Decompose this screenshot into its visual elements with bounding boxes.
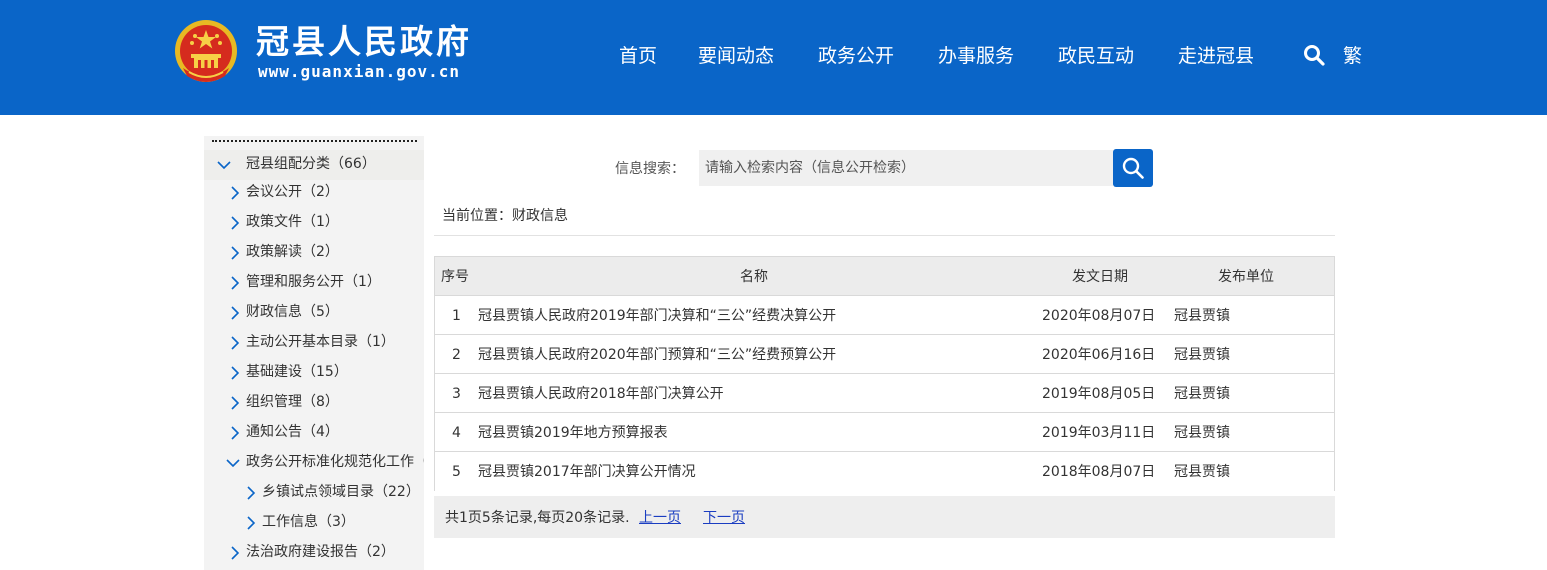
chevron-right-icon	[231, 276, 240, 290]
nav-services[interactable]: 办事服务	[938, 42, 1014, 70]
chevron-right-icon	[231, 186, 240, 200]
category-sidebar: 冠县组配分类（66） 会议公开（2） 政策文件（1） 政策解读（2） 管理和服务…	[204, 136, 424, 570]
row-date: 2019年03月11日	[1042, 425, 1156, 441]
nav-home[interactable]: 首页	[619, 42, 657, 70]
sidebar-item-notices[interactable]: 通知公告（4）	[204, 418, 424, 448]
document-title-link[interactable]: 冠县贾镇2017年部门决算公开情况	[478, 463, 696, 481]
column-header-date: 发文日期	[1072, 269, 1128, 285]
sidebar-item-label: 管理和服务公开（1）	[246, 274, 381, 290]
table-row: 2 冠县贾镇人民政府2020年部门预算和“三公”经费预算公开 2020年06月1…	[435, 335, 1334, 374]
sidebar-item-label: 主动公开基本目录（1）	[246, 334, 395, 350]
previous-page-link[interactable]: 上一页	[639, 509, 681, 527]
sidebar-item-rule-of-law-report[interactable]: 法治政府建设报告（2）	[204, 538, 424, 568]
chevron-down-icon	[217, 161, 231, 170]
row-index: 1	[452, 308, 461, 324]
sidebar-item-label: 工作信息（3）	[262, 514, 355, 530]
nav-government-affairs[interactable]: 政务公开	[818, 42, 894, 70]
row-index: 4	[452, 425, 461, 441]
sidebar-item-organization[interactable]: 组织管理（8）	[204, 388, 424, 418]
nav-news[interactable]: 要闻动态	[698, 42, 774, 70]
row-publisher: 冠县贾镇	[1174, 308, 1230, 324]
table-row: 1 冠县贾镇人民政府2019年部门决算和“三公”经费决算公开 2020年08月0…	[435, 296, 1334, 335]
row-publisher: 冠县贾镇	[1174, 425, 1230, 441]
sidebar-item-label: 财政信息（5）	[246, 304, 339, 320]
sidebar-item-label: 法治政府建设报告（2）	[246, 544, 395, 560]
column-header-publisher: 发布单位	[1218, 269, 1274, 285]
chevron-right-icon	[247, 516, 256, 530]
chevron-right-icon	[231, 426, 240, 440]
sidebar-item-meetings[interactable]: 会议公开（2）	[204, 178, 424, 208]
chevron-down-icon	[226, 459, 240, 468]
sidebar-item-infrastructure[interactable]: 基础建设（15）	[204, 358, 424, 388]
nav-about[interactable]: 走进冠县	[1178, 42, 1254, 70]
document-title-link[interactable]: 冠县贾镇人民政府2018年部门决算公开	[478, 385, 724, 403]
sidebar-item-basic-catalog[interactable]: 主动公开基本目录（1）	[204, 328, 424, 358]
sidebar-divider	[212, 140, 417, 142]
row-date: 2020年06月16日	[1042, 347, 1156, 363]
breadcrumb: 当前位置：财政信息	[442, 208, 568, 224]
document-title-link[interactable]: 冠县贾镇2019年地方预算报表	[478, 424, 668, 442]
chevron-right-icon	[231, 246, 240, 260]
search-icon	[1122, 157, 1144, 179]
sidebar-item-finance[interactable]: 财政信息（5）	[204, 298, 424, 328]
sidebar-root-guanxian[interactable]: 冠县组配分类（66）	[204, 150, 424, 180]
document-title-link[interactable]: 冠县贾镇人民政府2020年部门预算和“三公”经费预算公开	[478, 346, 836, 364]
column-header-name: 名称	[740, 269, 768, 285]
sidebar-item-label: 政策解读（2）	[246, 244, 339, 260]
sidebar-item-label: 乡镇试点领域目录（22）	[262, 484, 420, 500]
sidebar-item-management-services[interactable]: 管理和服务公开（1）	[204, 268, 424, 298]
table-row: 5 冠县贾镇2017年部门决算公开情况 2018年08月07日 冠县贾镇	[435, 452, 1334, 491]
sidebar-item-label: 政务公开标准化规范化工作（	[246, 454, 424, 470]
document-title-link[interactable]: 冠县贾镇人民政府2019年部门决算和“三公”经费决算公开	[478, 307, 836, 325]
search-label: 信息搜索：	[615, 161, 685, 177]
sidebar-item-policy-documents[interactable]: 政策文件（1）	[204, 208, 424, 238]
sidebar-item-work-info[interactable]: 工作信息（3）	[204, 508, 424, 538]
table-row: 4 冠县贾镇2019年地方预算报表 2019年03月11日 冠县贾镇	[435, 413, 1334, 452]
sidebar-item-policy-interpretation[interactable]: 政策解读（2）	[204, 238, 424, 268]
sidebar-item-label: 组织管理（8）	[246, 394, 339, 410]
sidebar-item-standardization[interactable]: 政务公开标准化规范化工作（	[204, 448, 424, 478]
table-row: 3 冠县贾镇人民政府2018年部门决算公开 2019年08月05日 冠县贾镇	[435, 374, 1334, 413]
sidebar-item-label: 会议公开（2）	[246, 184, 339, 200]
chevron-right-icon	[231, 336, 240, 350]
row-index: 5	[452, 464, 461, 480]
sidebar-item-township-pilot[interactable]: 乡镇试点领域目录（22）	[204, 478, 424, 508]
row-date: 2020年08月07日	[1042, 308, 1156, 324]
table-header: 序号 名称 发文日期 发布单位	[435, 257, 1334, 296]
row-publisher: 冠县贾镇	[1174, 386, 1230, 402]
site-header: 冠县人民政府 www.guanxian.gov.cn 首页 要闻动态 政务公开 …	[0, 0, 1547, 115]
row-publisher: 冠县贾镇	[1174, 347, 1230, 363]
search-icon[interactable]	[1302, 43, 1326, 67]
sidebar-item-label: 通知公告（4）	[246, 424, 339, 440]
row-date: 2019年08月05日	[1042, 386, 1156, 402]
chevron-right-icon	[231, 546, 240, 560]
search-input[interactable]	[699, 150, 1113, 186]
chevron-right-icon	[231, 366, 240, 380]
traditional-chinese-toggle[interactable]: 繁	[1343, 42, 1362, 70]
chevron-right-icon	[247, 486, 256, 500]
sidebar-item-label: 基础建设（15）	[246, 364, 348, 380]
nav-interaction[interactable]: 政民互动	[1058, 42, 1134, 70]
column-header-index: 序号	[441, 269, 469, 285]
search-button[interactable]	[1113, 149, 1153, 187]
row-index: 2	[452, 347, 461, 363]
chevron-right-icon	[231, 306, 240, 320]
documents-table: 序号 名称 发文日期 发布单位 1 冠县贾镇人民政府2019年部门决算和“三公”…	[434, 256, 1335, 491]
row-index: 3	[452, 386, 461, 402]
pagination-summary: 共1页5条记录,每页20条记录.	[445, 510, 630, 526]
next-page-link[interactable]: 下一页	[703, 509, 745, 527]
chevron-right-icon	[231, 216, 240, 230]
row-date: 2018年08月07日	[1042, 464, 1156, 480]
pagination: 共1页5条记录,每页20条记录. 上一页 下一页	[434, 496, 1335, 538]
chevron-right-icon	[231, 396, 240, 410]
sidebar-item-label: 政策文件（1）	[246, 214, 339, 230]
row-publisher: 冠县贾镇	[1174, 464, 1230, 480]
divider	[434, 235, 1335, 236]
sidebar-item-label: 冠县组配分类（66）	[246, 156, 376, 172]
